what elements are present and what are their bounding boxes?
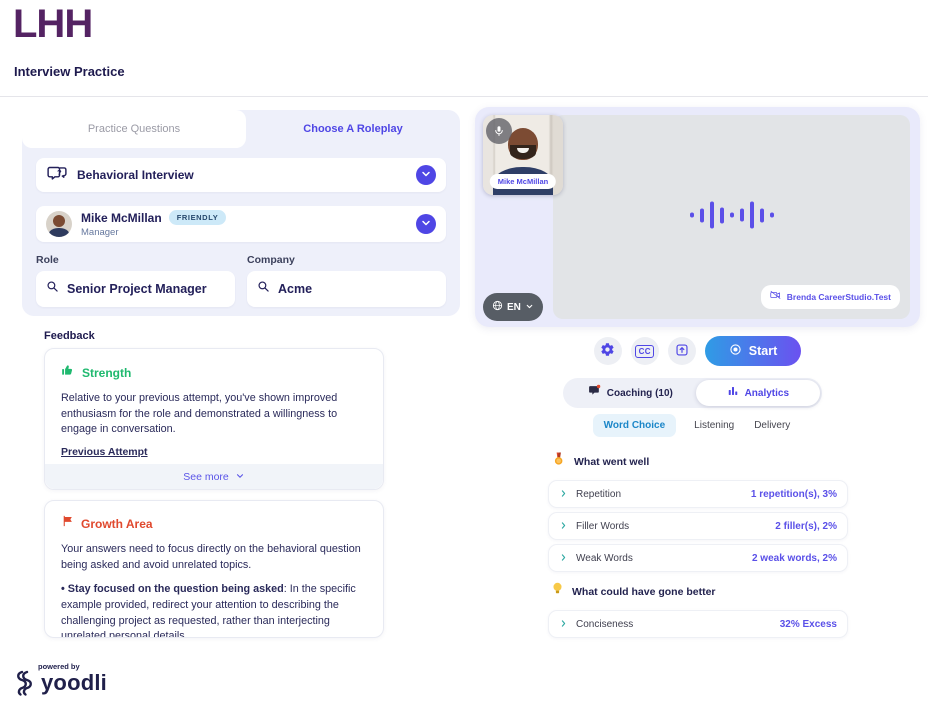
- search-icon: [46, 280, 59, 298]
- roleplay-panel: Practice Questions Choose A Roleplay ? B…: [22, 110, 460, 316]
- language-label: EN: [507, 302, 521, 313]
- watermark-pill: Brenda CareerStudio.Test: [761, 285, 900, 309]
- feedback-heading: Feedback: [44, 330, 95, 342]
- audio-waveform: [690, 202, 774, 229]
- participant-video-thumbnail[interactable]: Mike McMillan: [483, 115, 563, 195]
- controls-row: CC Start: [475, 336, 920, 366]
- tab-practice-questions[interactable]: Practice Questions: [22, 110, 246, 148]
- chevron-right-icon: [559, 517, 568, 535]
- chevron-right-icon: [559, 549, 568, 567]
- share-button[interactable]: [668, 337, 696, 365]
- chevron-down-icon: [235, 468, 245, 486]
- avatar: [46, 211, 72, 237]
- persona-card[interactable]: Mike McMillan FRIENDLY Manager: [36, 206, 446, 242]
- camera-off-icon: [770, 288, 782, 306]
- previous-attempt-link[interactable]: Previous Attempt: [61, 446, 148, 458]
- watermark-text: Brenda CareerStudio.Test: [787, 292, 891, 302]
- growth-area-card: Growth Area Your answers need to focus d…: [44, 500, 384, 638]
- persona-name: Mike McMillan: [81, 211, 162, 225]
- settings-button[interactable]: [594, 337, 622, 365]
- role-input-value: Senior Project Manager: [67, 282, 207, 296]
- went-well-heading: What went well: [552, 452, 649, 471]
- interview-practice-screen: LHH Interview Practice Practice Question…: [0, 0, 928, 706]
- roleplay-tab-row: Practice Questions Choose A Roleplay: [22, 110, 460, 148]
- insight-row-weak-words[interactable]: Weak Words 2 weak words, 2%: [548, 544, 848, 572]
- stage-panel: Brenda CareerStudio.Test Mike McMillan E…: [475, 107, 920, 327]
- roleplay-panel-body: ? Behavioral Interview Mike McMillan FRI…: [22, 148, 460, 307]
- strength-card: Strength Relative to your previous attem…: [44, 348, 384, 490]
- friendly-badge: FRIENDLY: [169, 210, 227, 225]
- bar-chart-icon: [727, 384, 739, 402]
- participant-name-pill: Mike McMillan: [490, 174, 556, 189]
- closed-captions-icon: CC: [635, 345, 654, 358]
- tab-analytics[interactable]: Analytics: [696, 380, 820, 406]
- svg-text:?: ?: [57, 167, 62, 176]
- language-selector[interactable]: EN: [483, 293, 543, 321]
- captions-button[interactable]: CC: [631, 337, 659, 365]
- fields-row: Role Senior Project Manager Company: [36, 254, 446, 307]
- search-icon: [257, 280, 270, 298]
- insight-tab-bar: Coaching (10) Analytics: [563, 378, 822, 408]
- record-icon: [729, 343, 742, 359]
- chevron-right-icon: [559, 615, 568, 633]
- tab-coaching[interactable]: Coaching (10): [565, 380, 696, 406]
- thumbs-up-icon: [61, 363, 75, 382]
- company-input-value: Acme: [278, 282, 312, 296]
- start-button[interactable]: Start: [705, 336, 801, 366]
- strength-body: Relative to your previous attempt, you'v…: [61, 391, 367, 438]
- scenario-expand-button[interactable]: [416, 165, 436, 185]
- chevron-down-icon: [420, 217, 432, 232]
- page-title: Interview Practice: [14, 64, 125, 79]
- scenario-label: Behavioral Interview: [77, 168, 407, 182]
- persona-expand-button[interactable]: [416, 214, 436, 234]
- yoodli-wordmark: yoodli: [41, 670, 107, 696]
- flag-icon: [61, 514, 74, 533]
- chat-notification-icon: [588, 384, 601, 402]
- subtab-listening[interactable]: Listening: [692, 414, 736, 437]
- subtab-delivery[interactable]: Delivery: [752, 414, 792, 437]
- persona-info: Mike McMillan FRIENDLY Manager: [81, 210, 407, 238]
- strength-title: Strength: [82, 366, 131, 380]
- growth-title: Growth Area: [81, 517, 153, 531]
- chevron-down-icon: [525, 298, 534, 316]
- chevron-down-icon: [420, 168, 432, 183]
- yoodli-logo: yoodli: [13, 668, 107, 703]
- chevron-right-icon: [559, 485, 568, 503]
- scenario-card[interactable]: ? Behavioral Interview: [36, 158, 446, 192]
- medal-icon: [552, 452, 565, 471]
- gone-better-heading: What could have gone better: [552, 582, 716, 601]
- tab-choose-a-roleplay[interactable]: Choose A Roleplay: [246, 110, 460, 148]
- chat-question-icon: ?: [46, 164, 68, 187]
- role-field-label: Role: [36, 254, 235, 266]
- yoodli-squiggle-icon: [13, 668, 37, 703]
- analytics-subtabs: Word Choice Listening Delivery: [563, 414, 822, 437]
- insight-row-conciseness[interactable]: Conciseness 32% Excess: [548, 610, 848, 638]
- company-input[interactable]: Acme: [247, 271, 446, 307]
- role-input[interactable]: Senior Project Manager: [36, 271, 235, 307]
- header-divider: [0, 96, 928, 97]
- video-area: Brenda CareerStudio.Test: [553, 115, 910, 319]
- insight-row-filler-words[interactable]: Filler Words 2 filler(s), 2%: [548, 512, 848, 540]
- growth-bullet: • Stay focused on the question being ask…: [61, 582, 367, 638]
- company-field-label: Company: [247, 254, 446, 266]
- insight-row-repetition[interactable]: Repetition 1 repetition(s), 3%: [548, 480, 848, 508]
- gear-icon: [600, 342, 615, 360]
- persona-title: Manager: [81, 227, 407, 238]
- lightbulb-icon: [552, 582, 563, 601]
- lhh-logo: LHH: [13, 2, 92, 47]
- growth-paragraph: Your answers need to focus directly on t…: [61, 542, 367, 573]
- mic-icon: [486, 118, 512, 144]
- globe-icon: [492, 298, 503, 316]
- subtab-word-choice[interactable]: Word Choice: [593, 414, 676, 437]
- upload-icon: [675, 343, 689, 360]
- see-more-button[interactable]: See more: [45, 464, 383, 489]
